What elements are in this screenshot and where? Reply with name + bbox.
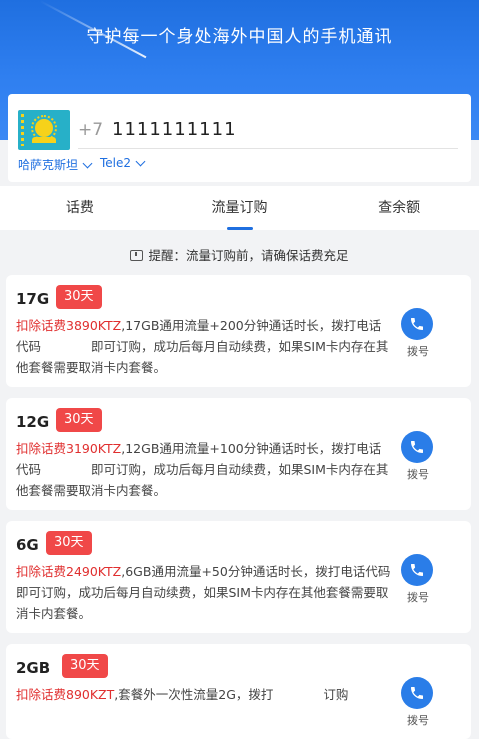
plan-price: 扣除话费2490KTZ [16, 564, 122, 579]
tab-balance[interactable]: 查余额 [319, 186, 479, 230]
phone-icon [411, 441, 423, 453]
dial-label: 拨号 [407, 468, 429, 481]
plan-period-badge: 30天 [56, 408, 102, 432]
plan-description: 扣除话费3890KTZ,17GB通用流量+200分钟通话时长，拨打电话代码 即可… [16, 315, 391, 378]
plan-detail: ,套餐外一次性流量2G，拨打 订购 [114, 687, 349, 702]
plan-period-badge: 30天 [62, 654, 108, 678]
country-select-label: 哈萨克斯坦 [18, 158, 79, 172]
phone-number-input[interactable]: 1111111111 [112, 119, 237, 140]
plan-name: 6G [16, 536, 39, 554]
dial-label: 拨号 [407, 714, 429, 727]
tab-topup[interactable]: 话费 [0, 186, 160, 230]
chevron-down-icon [135, 156, 146, 167]
plan-name: 17G [16, 290, 50, 308]
operator-select-label: Tele2 [100, 156, 132, 170]
plan-price: 扣除话费3190KTZ [16, 441, 122, 456]
plan-card-2gb: 2GB 30天 扣除话费890KZT,套餐外一次性流量2G，拨打 订购 拨号 [6, 644, 471, 739]
notice-text: 提醒：流量订购前，请确保话费充足 [148, 248, 349, 263]
tab-data-order[interactable]: 流量订购 [160, 186, 320, 230]
dial-label: 拨号 [407, 591, 429, 604]
plan-price: 扣除话费3890KTZ [16, 318, 122, 333]
kazakhstan-flag-icon[interactable] [18, 110, 70, 150]
plan-description: 扣除话费3190KTZ,12GB通用流量+100分钟通话时长，拨打电话代码 即可… [16, 438, 391, 501]
dial-button[interactable] [401, 308, 433, 340]
operator-select[interactable]: Tele2 [100, 156, 146, 170]
notice: 提醒：流量订购前，请确保话费充足 [0, 245, 479, 264]
dial-button[interactable] [401, 677, 433, 709]
plan-card-17g: 17G 30天 扣除话费3890KTZ,17GB通用流量+200分钟通话时长，拨… [6, 275, 471, 387]
phone-icon [411, 687, 423, 699]
tab-data-order-label: 流量订购 [211, 200, 268, 216]
plan-period-badge: 30天 [56, 285, 102, 309]
phone-icon [411, 318, 423, 330]
dial-button[interactable] [401, 431, 433, 463]
active-tab-indicator [226, 227, 253, 230]
plan-description: 扣除话费890KZT,套餐外一次性流量2G，拨打 订购 [16, 684, 391, 705]
plan-card-6g: 6G 30天 扣除话费2490KTZ,6GB通用流量+50分钟通话时长，拨打电话… [6, 521, 471, 633]
plan-name: 12G [16, 413, 50, 431]
phone-input-card: +7 1111111111 哈萨克斯坦 Tele2 [8, 94, 471, 182]
phone-input-underline [78, 148, 458, 149]
notice-icon [130, 250, 144, 261]
tab-balance-label: 查余额 [378, 200, 421, 216]
plan-price: 扣除话费890KZT [16, 687, 115, 702]
country-select[interactable]: 哈萨克斯坦 [18, 156, 93, 173]
country-code: +7 [78, 120, 104, 140]
dial-button[interactable] [401, 554, 433, 586]
plan-name: 2GB [16, 659, 51, 677]
plan-card-12g: 12G 30天 扣除话费3190KTZ,12GB通用流量+100分钟通话时长，拨… [6, 398, 471, 510]
plan-period-badge: 30天 [46, 531, 92, 555]
phone-icon [411, 564, 423, 576]
dial-label: 拨号 [407, 345, 429, 358]
header-slogan: 守护每一个身处海外中国人的手机通讯 [86, 27, 393, 47]
tab-bar: 话费 流量订购 查余额 [0, 186, 479, 230]
chevron-down-icon [82, 158, 93, 168]
tab-topup-label: 话费 [65, 200, 94, 216]
plan-description: 扣除话费2490KTZ,6GB通用流量+50分钟通话时长，拨打电话代码 即可订购… [16, 561, 440, 624]
